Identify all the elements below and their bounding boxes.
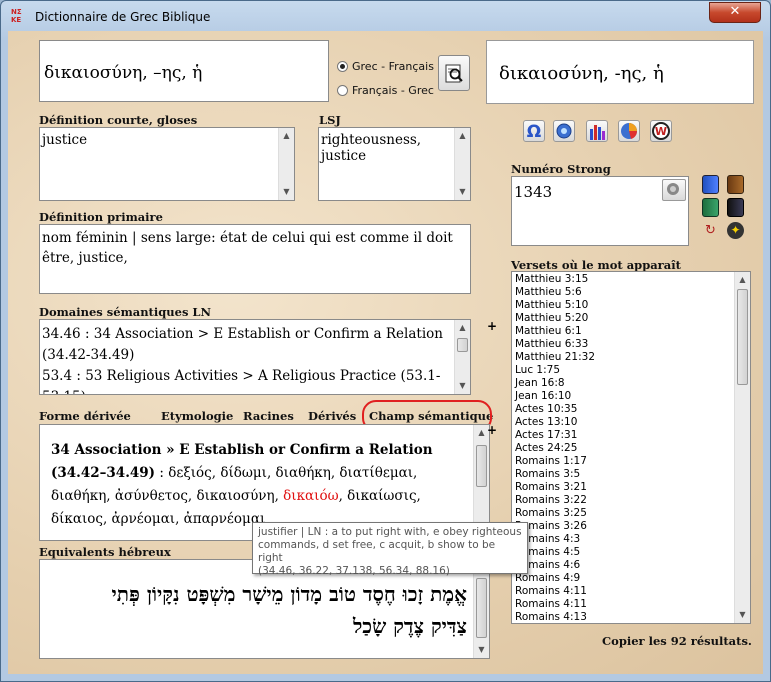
hebrew-label: Equivalents hébreux [39,545,171,559]
tooltip: justifier | LN : a to put right with, e … [252,522,528,577]
ln-domains-field[interactable]: 34.46 : 34 Association > E Establish or … [39,319,471,395]
verses-scrollbar[interactable]: ▲ ▼ [734,272,750,623]
tab-derives[interactable]: Dérivés [308,409,356,423]
tooltip-line-1: justifier | LN : a to put right with, e … [258,526,522,538]
magnifier-icon [445,64,463,83]
verse-item[interactable]: Luc 1:75 [512,364,734,377]
semantic-expand-icon[interactable]: + [487,423,497,437]
ln-expand-icon[interactable]: + [487,319,497,333]
verse-item[interactable]: Actes 24:25 [512,442,734,455]
title-bar[interactable]: ΝΣ ΚΕ Dictionnaire de Grec Biblique ✕ [1,1,770,31]
ln-domains-scrollbar[interactable]: ▲ ▼ [454,320,470,394]
verse-item[interactable]: Jean 16:10 [512,390,734,403]
ln-domains-label: Domaines sémantiques LN [39,305,212,319]
pie-chart-icon[interactable] [618,120,640,142]
strong-field[interactable]: 1343 [511,176,689,246]
arrow-cycle-icon[interactable]: ↻ [702,222,719,239]
headword-text: δικαιοσύνη, -ης, ἡ [499,63,664,84]
strong-value: 1343 [514,183,553,201]
verse-item[interactable]: Matthieu 21:32 [512,351,734,364]
radio-grec-francais-label: Grec - Français [352,60,434,73]
verses-list[interactable]: Matthieu 3:15 Matthieu 5:6 Matthieu 5:10 Ma… [511,271,751,624]
tab-racines[interactable]: Racines [243,409,294,423]
verse-item[interactable]: Romains 1:17 [512,455,734,468]
lsj-field[interactable]: righteousness, justice ▲ ▼ [318,127,471,201]
omega-icon[interactable]: Ω [523,120,545,142]
speaker-icon [667,183,679,195]
app-window: ΝΣ ΚΕ Dictionnaire de Grec Biblique ✕ δικ… [0,0,771,682]
w-logo-icon[interactable]: W [650,120,672,142]
radio-grec-francais[interactable] [337,61,348,72]
book-green-icon[interactable] [702,198,719,217]
window-title: Dictionnaire de Grec Biblique [35,10,211,24]
ln-domain-item: 53.4 : 53 Religious Activities > A Relig… [42,368,441,394]
strong-label: Numéro Strong [511,162,611,176]
verses-items: Matthieu 3:15 Matthieu 5:6 Matthieu 5:10 Ma… [512,273,734,623]
verses-label: Versets où le mot apparaît [511,258,681,272]
star-icon[interactable]: ✦ [727,222,744,239]
verse-item[interactable]: Romains 4:13 [512,611,734,623]
audio-button[interactable] [662,179,686,201]
verse-item[interactable]: Actes 17:31 [512,429,734,442]
bar-chart-icon[interactable] [586,120,608,142]
verse-item[interactable]: Matthieu 6:1 [512,325,734,338]
book-brown-icon[interactable] [727,175,744,194]
book-dark-icon[interactable] [727,198,744,217]
verse-item[interactable]: Romains 4:3 [512,533,734,546]
ln-domain-item: 34.46 : 34 Association > E Establish or … [42,326,443,363]
tooltip-line-2: commands, d set free, c acquit, b show t… [258,539,496,564]
search-input-value: δικαιοσύνη, –ης, ἡ [44,63,203,83]
verse-item[interactable]: Matthieu 5:6 [512,286,734,299]
verse-item[interactable]: Romains 4:9 [512,572,734,585]
primary-def-value: nom féminin | sens large: état de celui … [42,230,453,266]
headword-display: δικαιοσύνη, -ης, ἡ [486,40,754,104]
verse-item[interactable]: Actes 10:35 [512,403,734,416]
semantic-field-text: 34 Association » E Establish or Confirm … [51,439,467,531]
book-blue-icon[interactable] [702,175,719,194]
verse-item[interactable]: Jean 16:8 [512,377,734,390]
lsj-scrollbar[interactable]: ▲ ▼ [454,128,470,200]
verse-item[interactable]: Romains 3:21 [512,481,734,494]
verse-item[interactable]: Matthieu 5:20 [512,312,734,325]
verse-item[interactable]: Actes 13:10 [512,416,734,429]
short-def-scrollbar[interactable]: ▲ ▼ [278,128,294,200]
verse-item[interactable]: Romains 4:11 [512,585,734,598]
verse-item[interactable]: Matthieu 6:33 [512,338,734,351]
verse-item[interactable]: Matthieu 3:15 [512,273,734,286]
verse-item[interactable]: Romains 4:11 [512,598,734,611]
short-def-value: justice [42,132,88,148]
magnify-icon[interactable] [553,120,575,142]
verse-item[interactable]: Romains 4:5 [512,546,734,559]
close-button[interactable]: ✕ [709,2,761,23]
radio-francais-grec-label: Français - Grec [352,84,434,97]
hebrew-line-2: צַדִּיק צֶדֶק שָׂכַל [352,614,467,638]
svg-text:W: W [655,125,667,138]
primary-def-field[interactable]: nom féminin | sens large: état de celui … [39,224,471,294]
verse-item[interactable]: Romains 4:6 [512,559,734,572]
highlighted-word[interactable]: δικαιόω [283,488,338,504]
short-def-field[interactable]: justice ▲ ▼ [39,127,295,201]
hebrew-line-1: אֱמֶת זָכוּ חֶסֶד טוֹב מָדוֹן מֵישָׁר מִ… [111,582,467,606]
tab-forme-derivee[interactable]: Forme dérivée [39,409,131,423]
radio-francais-grec[interactable] [337,85,348,96]
verse-item[interactable]: Matthieu 5:10 [512,299,734,312]
search-button[interactable] [438,55,470,91]
app-icon: ΝΣ ΚΕ [11,8,22,24]
verse-item[interactable]: Romains 3:5 [512,468,734,481]
verse-item[interactable]: Romains 3:22 [512,494,734,507]
client-area: δικαιοσύνη, –ης, ἡ Grec - Français Franç… [8,31,763,674]
short-def-label: Définition courte, gloses [39,113,198,127]
search-input[interactable]: δικαιοσύνη, –ης, ἡ [39,40,329,102]
copy-results-link[interactable]: Copier les 92 résultats. [602,634,752,648]
verse-item[interactable]: Romains 3:25 [512,507,734,520]
tooltip-line-3: (34.46, 36.22, 37.138, 56.34, 88.16) [258,565,450,577]
verse-item[interactable]: Romains 3:26 [512,520,734,533]
tab-etymologie[interactable]: Etymologie [161,409,233,423]
primary-def-label: Définition primaire [39,210,163,224]
lsj-label: LSJ [319,113,341,127]
lsj-value: righteousness, justice [321,132,422,164]
